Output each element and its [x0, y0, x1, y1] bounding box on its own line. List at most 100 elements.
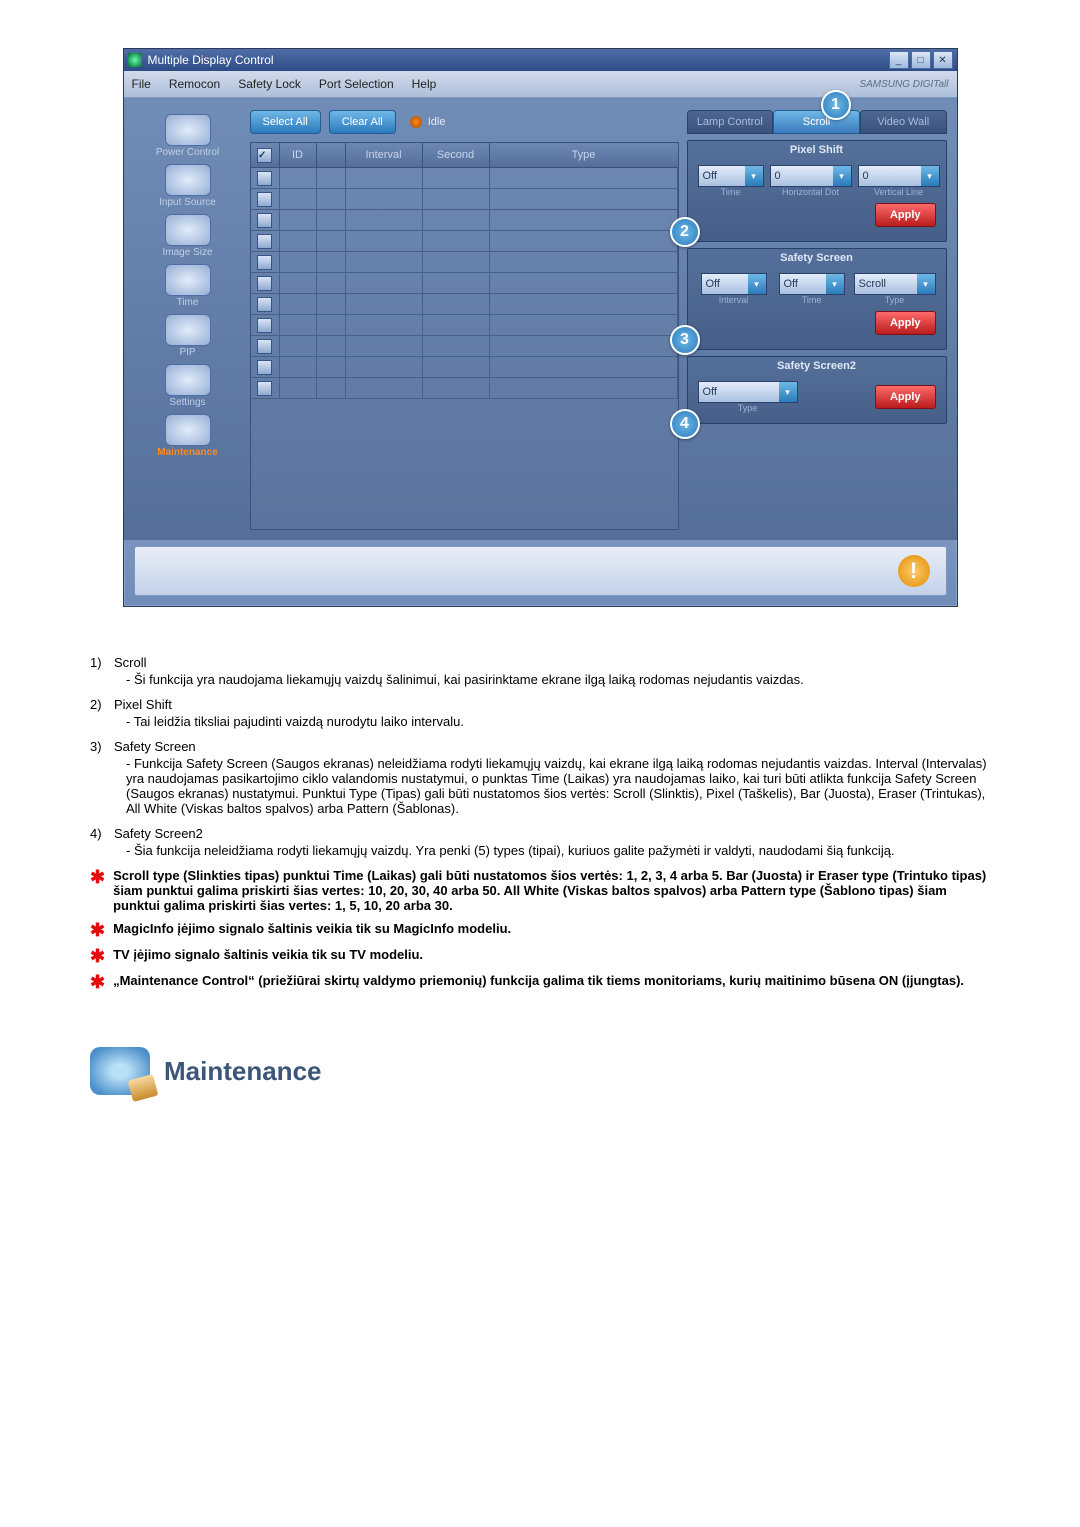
item-body: - Tai leidžia tiksliai pajudinti vaizdą …: [126, 714, 990, 729]
maximize-icon[interactable]: □: [911, 51, 931, 69]
section-heading: Maintenance: [90, 1047, 990, 1095]
group-title: Safety Screen2: [777, 360, 856, 372]
item-body: - Ši funkcija yra naudojama liekamųjų va…: [126, 672, 990, 687]
table-row[interactable]: [251, 252, 678, 273]
sub-label: Time: [802, 295, 822, 305]
table-row[interactable]: [251, 231, 678, 252]
sub-label: Horizontal Dot: [782, 187, 839, 197]
pixel-shift-apply-button[interactable]: Apply: [875, 203, 936, 227]
star-note: ✱ „Maintenance Control“ (priežiūrai skir…: [90, 973, 990, 991]
col-id: ID: [280, 143, 317, 167]
menu-port-selection[interactable]: Port Selection: [319, 77, 394, 91]
sidebar-item-power-control[interactable]: Power Control: [134, 114, 242, 158]
group-title: Safety Screen: [780, 252, 853, 264]
settings-icon: [165, 364, 211, 396]
checkbox-icon[interactable]: [257, 148, 272, 163]
section-title: Maintenance: [164, 1056, 322, 1087]
checkbox-icon[interactable]: [257, 297, 272, 312]
sub-label: Time: [721, 187, 741, 197]
pixel-shift-vline-select[interactable]: 0: [858, 165, 940, 187]
right-panel: Lamp Control Scroll Video Wall 1 Pixel S…: [687, 110, 947, 530]
sidebar-item-label: Power Control: [156, 148, 219, 158]
menu-remocon[interactable]: Remocon: [169, 77, 220, 91]
menu-safety-lock[interactable]: Safety Lock: [238, 77, 301, 91]
app-icon: [128, 53, 142, 67]
sidebar-item-label: Settings: [169, 398, 205, 408]
safety-screen-group: Safety Screen Off Interval Off Time Scro…: [687, 248, 947, 350]
safety-screen-type-select[interactable]: Scroll: [854, 273, 936, 295]
list-item: 3) Safety Screen: [90, 739, 990, 754]
checkbox-icon[interactable]: [257, 360, 272, 375]
table-row[interactable]: [251, 357, 678, 378]
checkbox-icon[interactable]: [257, 318, 272, 333]
pixel-shift-time-select[interactable]: Off: [698, 165, 764, 187]
chevron-down-icon: [826, 274, 844, 294]
sidebar-item-pip[interactable]: PIP: [134, 314, 242, 358]
star-text: Scroll type (Slinkties tipas) punktui Ti…: [113, 868, 990, 913]
tabs: Lamp Control Scroll Video Wall 1: [687, 110, 947, 134]
item-body: - Šia funkcija neleidžiama rodyti liekam…: [126, 843, 990, 858]
table-row[interactable]: [251, 294, 678, 315]
menu-help[interactable]: Help: [412, 77, 437, 91]
checkbox-icon[interactable]: [257, 213, 272, 228]
checkbox-icon[interactable]: [257, 234, 272, 249]
table-row[interactable]: [251, 336, 678, 357]
sidebar-item-maintenance[interactable]: Maintenance: [134, 414, 242, 458]
callout-1: 1: [821, 90, 851, 120]
col-interval: Interval: [346, 143, 423, 167]
safety-screen2-type-select[interactable]: Off: [698, 381, 798, 403]
checkbox-icon[interactable]: [257, 381, 272, 396]
star-note: ✱ Scroll type (Slinkties tipas) punktui …: [90, 868, 990, 913]
chevron-down-icon: [779, 382, 797, 402]
sidebar-item-settings[interactable]: Settings: [134, 364, 242, 408]
callout-3: 3: [670, 325, 700, 355]
pixel-shift-hdot-select[interactable]: 0: [770, 165, 852, 187]
table-row[interactable]: [251, 315, 678, 336]
safety-screen-time-select[interactable]: Off: [779, 273, 845, 295]
table-row[interactable]: [251, 168, 678, 189]
group-title: Pixel Shift: [790, 144, 843, 156]
item-title: Safety Screen2: [114, 826, 990, 841]
close-icon[interactable]: ✕: [933, 51, 953, 69]
table-row[interactable]: [251, 378, 678, 399]
item-body: - Funkcija Safety Screen (Saugos ekranas…: [126, 756, 990, 816]
pip-icon: [165, 314, 211, 346]
sub-label: Type: [885, 295, 905, 305]
chevron-down-icon: [748, 274, 766, 294]
col-check[interactable]: [251, 143, 280, 167]
pixel-shift-group: Pixel Shift Off Time 0 Horizontal Dot 0 …: [687, 140, 947, 242]
tab-video-wall[interactable]: Video Wall: [860, 110, 947, 134]
checkbox-icon[interactable]: [257, 339, 272, 354]
idle-label: Idle: [428, 116, 446, 128]
sub-label: Vertical Line: [874, 187, 923, 197]
item-title: Scroll: [114, 655, 990, 670]
table-row[interactable]: [251, 273, 678, 294]
minimize-icon[interactable]: _: [889, 51, 909, 69]
safety-screen-interval-select[interactable]: Off: [701, 273, 767, 295]
table-row[interactable]: [251, 189, 678, 210]
safety-screen-apply-button[interactable]: Apply: [875, 311, 936, 335]
sidebar-item-input-source[interactable]: Input Source: [134, 164, 242, 208]
sidebar-item-label: PIP: [179, 348, 195, 358]
tab-lamp-control[interactable]: Lamp Control: [687, 110, 774, 134]
sidebar-item-image-size[interactable]: Image Size: [134, 214, 242, 258]
input-source-icon: [165, 164, 211, 196]
clear-all-button[interactable]: Clear All: [329, 110, 396, 134]
list-item: 2) Pixel Shift: [90, 697, 990, 712]
star-icon: ✱: [90, 921, 105, 939]
select-all-button[interactable]: Select All: [250, 110, 321, 134]
sidebar-item-time[interactable]: Time: [134, 264, 242, 308]
sidebar-item-label: Time: [177, 298, 199, 308]
safety-screen2-apply-button[interactable]: Apply: [875, 385, 936, 409]
star-text: „Maintenance Control“ (priežiūrai skirtų…: [113, 973, 990, 988]
checkbox-icon[interactable]: [257, 255, 272, 270]
list-item: 4) Safety Screen2: [90, 826, 990, 841]
col-status: [317, 143, 346, 167]
checkbox-icon[interactable]: [257, 171, 272, 186]
menu-file[interactable]: File: [132, 77, 151, 91]
checkbox-icon[interactable]: [257, 276, 272, 291]
checkbox-icon[interactable]: [257, 192, 272, 207]
table-row[interactable]: [251, 210, 678, 231]
info-bar: !: [134, 546, 947, 596]
sidebar-item-label: Image Size: [162, 248, 212, 258]
